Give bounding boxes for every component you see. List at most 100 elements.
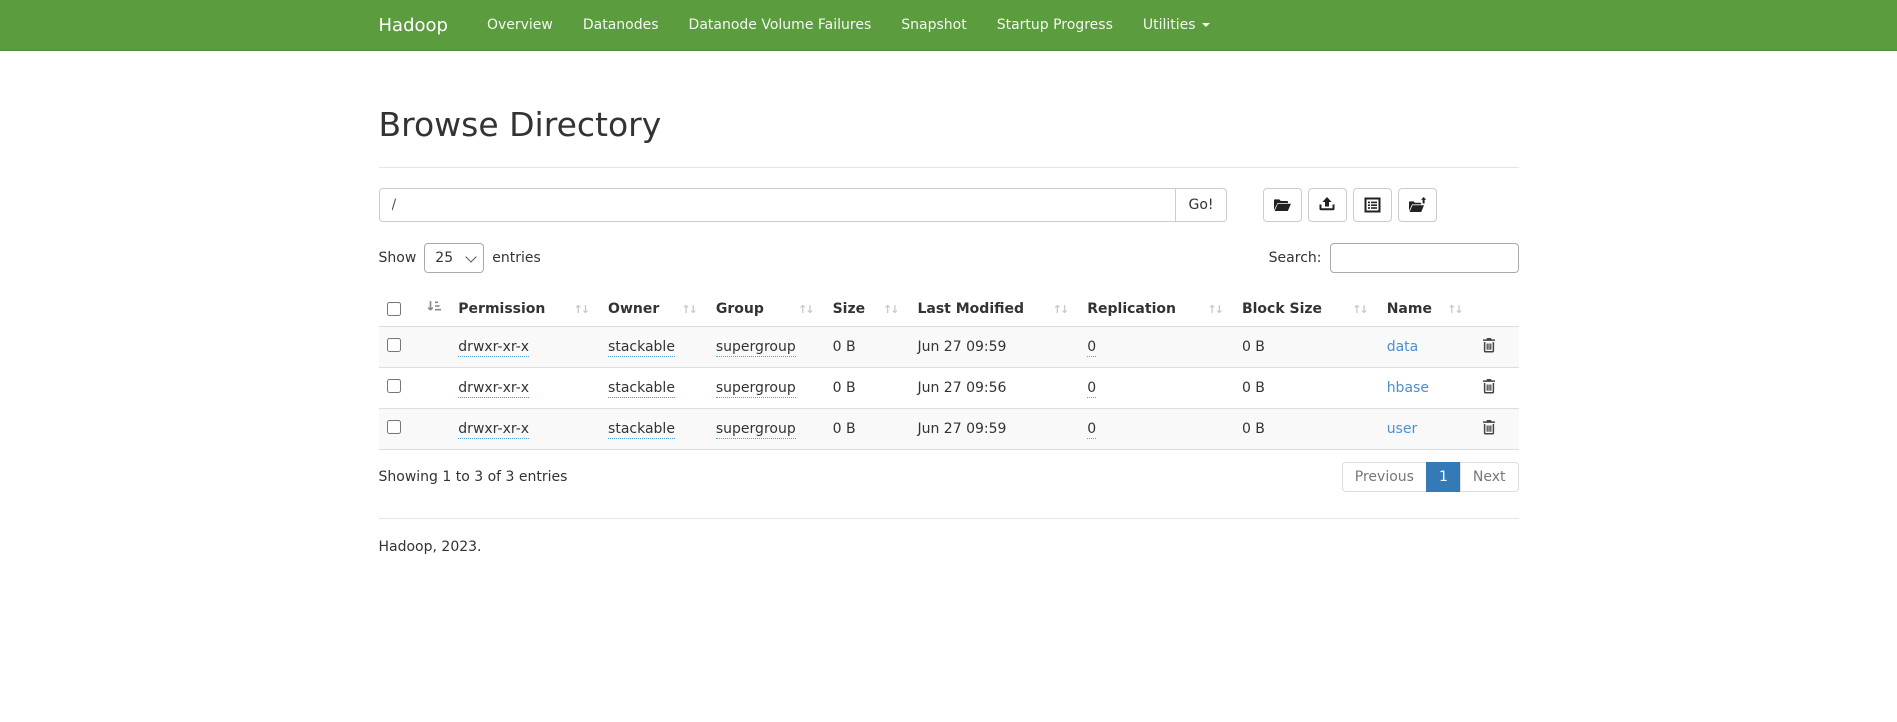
search-label: Search: bbox=[1269, 250, 1322, 266]
table-row: drwxr-xr-x stackable supergroup 0 B Jun … bbox=[379, 327, 1519, 368]
search-input[interactable] bbox=[1330, 243, 1519, 273]
folder-open-icon bbox=[1273, 197, 1292, 213]
header-group[interactable]: Group ↑↓ bbox=[708, 292, 825, 327]
nav-item-datanodes[interactable]: Datanodes bbox=[568, 2, 674, 48]
header-owner-label: Owner bbox=[608, 301, 659, 317]
directory-table: Permission ↑↓ Owner ↑↓ Group ↑↓ Size ↑↓ … bbox=[379, 292, 1519, 450]
folder-upload-icon bbox=[1408, 197, 1427, 213]
owner-cell[interactable]: stackable bbox=[608, 421, 675, 439]
main-content: Browse Directory Go! bbox=[364, 107, 1534, 555]
sort-icon: ↑↓ bbox=[1208, 303, 1226, 316]
header-size-label: Size bbox=[833, 301, 866, 317]
owner-cell[interactable]: stackable bbox=[608, 380, 675, 398]
header-last-modified[interactable]: Last Modified ↑↓ bbox=[909, 292, 1079, 327]
pagination-previous[interactable]: Previous bbox=[1342, 462, 1427, 492]
permission-cell[interactable]: drwxr-xr-x bbox=[458, 421, 529, 439]
permission-cell[interactable]: drwxr-xr-x bbox=[458, 339, 529, 357]
trash-icon bbox=[1482, 423, 1496, 438]
upload-file-button[interactable] bbox=[1308, 188, 1347, 222]
header-replication[interactable]: Replication ↑↓ bbox=[1079, 292, 1234, 327]
header-size[interactable]: Size ↑↓ bbox=[825, 292, 910, 327]
pagination-next[interactable]: Next bbox=[1460, 462, 1519, 492]
owner-cell[interactable]: stackable bbox=[608, 339, 675, 357]
view-list-button[interactable] bbox=[1353, 188, 1392, 222]
row-checkbox[interactable] bbox=[387, 420, 401, 434]
block-size-cell: 0 B bbox=[1234, 409, 1379, 450]
delete-button[interactable] bbox=[1482, 337, 1496, 356]
page-length-control: Show 25 entries bbox=[379, 243, 541, 273]
table-header-row: Permission ↑↓ Owner ↑↓ Group ↑↓ Size ↑↓ … bbox=[379, 292, 1519, 327]
permission-cell[interactable]: drwxr-xr-x bbox=[458, 380, 529, 398]
size-cell: 0 B bbox=[825, 327, 910, 368]
group-cell[interactable]: supergroup bbox=[716, 421, 796, 439]
caret-down-icon bbox=[1202, 23, 1210, 27]
entries-info: Showing 1 to 3 of 3 entries bbox=[379, 469, 568, 485]
header-name[interactable]: Name ↑↓ bbox=[1379, 292, 1474, 327]
trash-icon bbox=[1482, 341, 1496, 356]
directory-path-input[interactable] bbox=[379, 188, 1177, 222]
page-size-select[interactable]: 25 bbox=[424, 243, 484, 273]
search-control: Search: bbox=[1269, 243, 1519, 273]
size-cell: 0 B bbox=[825, 368, 910, 409]
header-owner[interactable]: Owner ↑↓ bbox=[600, 292, 708, 327]
sort-icon: ↑↓ bbox=[574, 303, 592, 316]
header-last-modified-label: Last Modified bbox=[917, 301, 1024, 317]
sort-icon: ↑↓ bbox=[1053, 303, 1071, 316]
size-cell: 0 B bbox=[825, 409, 910, 450]
header-permission[interactable]: Permission ↑↓ bbox=[450, 292, 600, 327]
pagination: Previous 1 Next bbox=[1342, 462, 1519, 492]
nav-item-startup-progress[interactable]: Startup Progress bbox=[982, 2, 1128, 48]
create-directory-button[interactable] bbox=[1263, 188, 1302, 222]
header-select-all[interactable] bbox=[379, 292, 451, 327]
move-to-folder-button[interactable] bbox=[1398, 188, 1437, 222]
header-block-size[interactable]: Block Size ↑↓ bbox=[1234, 292, 1379, 327]
last-modified-cell: Jun 27 09:56 bbox=[909, 368, 1079, 409]
delete-button[interactable] bbox=[1482, 378, 1496, 397]
top-navbar: Hadoop Overview Datanodes Datanode Volum… bbox=[0, 0, 1897, 51]
sort-icon: ↑↓ bbox=[1447, 303, 1465, 316]
sort-icon: ↑↓ bbox=[681, 303, 699, 316]
upload-icon bbox=[1318, 197, 1336, 213]
row-checkbox[interactable] bbox=[387, 338, 401, 352]
navbar-container: Hadoop Overview Datanodes Datanode Volum… bbox=[364, 0, 1534, 50]
directory-link[interactable]: data bbox=[1387, 339, 1419, 355]
block-size-cell: 0 B bbox=[1234, 327, 1379, 368]
header-block-size-label: Block Size bbox=[1242, 301, 1322, 317]
path-bar: Go! bbox=[379, 188, 1519, 222]
nav-item-datanode-volume-failures[interactable]: Datanode Volume Failures bbox=[674, 2, 887, 48]
header-permission-label: Permission bbox=[458, 301, 545, 317]
replication-cell[interactable]: 0 bbox=[1087, 421, 1096, 439]
footer-divider bbox=[379, 518, 1519, 519]
sort-icon: ↑↓ bbox=[883, 303, 901, 316]
nav-item-utilities[interactable]: Utilities bbox=[1128, 2, 1225, 48]
replication-cell[interactable]: 0 bbox=[1087, 380, 1096, 398]
group-cell[interactable]: supergroup bbox=[716, 380, 796, 398]
brand-hadoop[interactable]: Hadoop bbox=[379, 15, 448, 36]
table-row: drwxr-xr-x stackable supergroup 0 B Jun … bbox=[379, 409, 1519, 450]
path-input-group: Go! bbox=[379, 188, 1227, 222]
row-checkbox[interactable] bbox=[387, 379, 401, 393]
table-row: drwxr-xr-x stackable supergroup 0 B Jun … bbox=[379, 368, 1519, 409]
table-footer: Showing 1 to 3 of 3 entries Previous 1 N… bbox=[379, 462, 1519, 492]
nav-item-snapshot[interactable]: Snapshot bbox=[886, 2, 981, 48]
page-size-select-wrap: 25 bbox=[424, 243, 484, 273]
delete-button[interactable] bbox=[1482, 419, 1496, 438]
page-title: Browse Directory bbox=[379, 107, 1519, 143]
show-label: Show bbox=[379, 250, 417, 266]
pagination-page-1[interactable]: 1 bbox=[1426, 462, 1461, 492]
sort-icon: ↑↓ bbox=[1352, 303, 1370, 316]
header-group-label: Group bbox=[716, 301, 764, 317]
select-all-checkbox[interactable] bbox=[387, 302, 401, 316]
sort-icon: ↑↓ bbox=[798, 303, 816, 316]
replication-cell[interactable]: 0 bbox=[1087, 339, 1096, 357]
header-name-label: Name bbox=[1387, 301, 1432, 317]
directory-link[interactable]: user bbox=[1387, 421, 1418, 437]
group-cell[interactable]: supergroup bbox=[716, 339, 796, 357]
nav-item-utilities-label: Utilities bbox=[1143, 17, 1196, 33]
directory-link[interactable]: hbase bbox=[1387, 380, 1429, 396]
entries-label: entries bbox=[492, 250, 541, 266]
go-button[interactable]: Go! bbox=[1175, 188, 1226, 222]
table-controls: Show 25 entries Search: bbox=[379, 243, 1519, 273]
nav-item-overview[interactable]: Overview bbox=[472, 2, 568, 48]
footer-text: Hadoop, 2023. bbox=[379, 539, 1519, 555]
